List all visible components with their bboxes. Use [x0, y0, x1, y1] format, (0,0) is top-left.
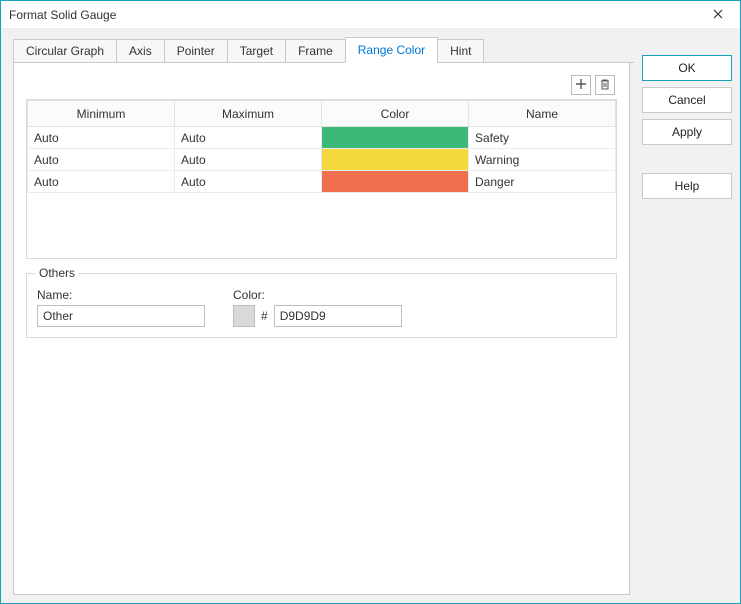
- tab-frame[interactable]: Frame: [285, 39, 346, 63]
- cell-name[interactable]: Safety: [469, 127, 616, 149]
- cell-maximum[interactable]: Auto: [175, 149, 322, 171]
- others-name-input[interactable]: [37, 305, 205, 327]
- others-color-swatch[interactable]: [233, 305, 255, 327]
- range-toolbar: [26, 75, 617, 95]
- tab-pane-range-color: Minimum Maximum Color Name Auto Auto: [13, 63, 630, 595]
- others-name-field: Name:: [37, 288, 205, 327]
- range-table[interactable]: Minimum Maximum Color Name Auto Auto: [26, 99, 617, 259]
- col-name[interactable]: Name: [469, 101, 616, 127]
- cell-minimum[interactable]: Auto: [28, 127, 175, 149]
- cell-name[interactable]: Warning: [469, 149, 616, 171]
- others-color-field: Color: #: [233, 288, 402, 327]
- titlebar: Format Solid Gauge: [1, 1, 740, 29]
- color-swatch: [322, 149, 468, 170]
- tab-hint[interactable]: Hint: [437, 39, 484, 63]
- cell-color[interactable]: [322, 171, 469, 193]
- cell-color[interactable]: [322, 149, 469, 171]
- cell-name[interactable]: Danger: [469, 171, 616, 193]
- others-color-row: #: [233, 305, 402, 327]
- add-range-button[interactable]: [571, 75, 591, 95]
- window-close-button[interactable]: [698, 2, 738, 28]
- col-color[interactable]: Color: [322, 101, 469, 127]
- dialog-body: Circular Graph Axis Pointer Target Frame…: [1, 29, 740, 603]
- tab-axis[interactable]: Axis: [116, 39, 165, 63]
- trash-icon: [599, 78, 611, 93]
- others-color-label: Color:: [233, 288, 402, 302]
- dialog-buttons: OK Cancel Apply Help: [642, 37, 732, 595]
- dialog-window: Format Solid Gauge Circular Graph Axis P…: [0, 0, 741, 604]
- plus-icon: [575, 78, 587, 93]
- table-row[interactable]: Auto Auto Warning: [28, 149, 616, 171]
- help-button[interactable]: Help: [642, 173, 732, 199]
- col-minimum[interactable]: Minimum: [28, 101, 175, 127]
- color-swatch: [322, 171, 468, 192]
- tab-bar: Circular Graph Axis Pointer Target Frame…: [13, 37, 634, 63]
- others-hex-input[interactable]: [274, 305, 402, 327]
- table-row[interactable]: Auto Auto Safety: [28, 127, 616, 149]
- tab-target[interactable]: Target: [227, 39, 286, 63]
- others-row: Name: Color: #: [37, 288, 606, 327]
- window-title: Format Solid Gauge: [9, 8, 698, 22]
- tab-pointer[interactable]: Pointer: [164, 39, 228, 63]
- cell-maximum[interactable]: Auto: [175, 171, 322, 193]
- cell-maximum[interactable]: Auto: [175, 127, 322, 149]
- ok-button[interactable]: OK: [642, 55, 732, 81]
- table-row[interactable]: Auto Auto Danger: [28, 171, 616, 193]
- close-icon: [713, 8, 723, 22]
- col-maximum[interactable]: Maximum: [175, 101, 322, 127]
- table-header-row: Minimum Maximum Color Name: [28, 101, 616, 127]
- hash-label: #: [261, 309, 268, 323]
- others-name-label: Name:: [37, 288, 205, 302]
- delete-range-button[interactable]: [595, 75, 615, 95]
- cell-minimum[interactable]: Auto: [28, 171, 175, 193]
- color-swatch: [322, 127, 468, 148]
- tab-range-color[interactable]: Range Color: [345, 37, 438, 63]
- cell-minimum[interactable]: Auto: [28, 149, 175, 171]
- cancel-button[interactable]: Cancel: [642, 87, 732, 113]
- cell-color[interactable]: [322, 127, 469, 149]
- others-group: Others Name: Color: #: [26, 273, 617, 338]
- apply-button[interactable]: Apply: [642, 119, 732, 145]
- others-legend: Others: [35, 266, 79, 280]
- content-area: Circular Graph Axis Pointer Target Frame…: [9, 37, 634, 595]
- tab-circular-graph[interactable]: Circular Graph: [13, 39, 117, 63]
